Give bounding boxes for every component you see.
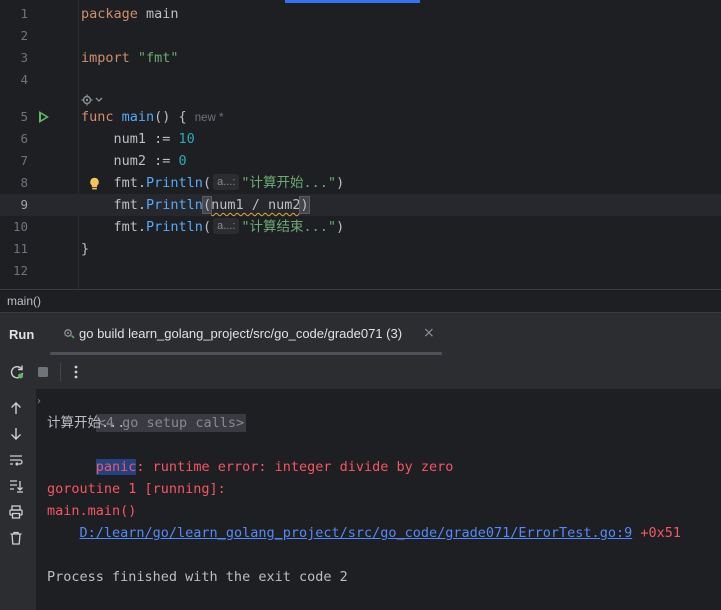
code-line[interactable]: 8 fmt.Println(a...: "计算开始...") [0, 172, 721, 194]
run-header: Run go build learn_golang_project/src/go… [0, 313, 721, 355]
function-signature: () { [154, 109, 187, 125]
method-name: Println [146, 197, 203, 213]
code-editor[interactable]: 1 package main 2 3 import "fmt" 4 5 func… [0, 0, 721, 289]
number-literal: 10 [178, 131, 195, 147]
line-number: 7 [20, 153, 28, 168]
code-line-current[interactable]: 9 fmt.Println(num1 / num2) [0, 194, 721, 216]
string-literal: "计算开始..." [241, 175, 337, 191]
paren: ) [336, 175, 345, 191]
code-line[interactable]: 6 num1 := 10 [0, 128, 721, 150]
breadcrumb[interactable]: main() [7, 294, 41, 308]
console-line-error: main.main() [47, 503, 137, 519]
console-line: 计算开始... [47, 415, 126, 431]
author-hint[interactable]: new * [195, 112, 224, 124]
panic-message: : runtime error: integer divide by zero [136, 459, 454, 475]
number-literal: 0 [178, 153, 187, 169]
line-number: 5 [20, 109, 28, 124]
console-line: Process finished with the exit code 2 [47, 569, 348, 585]
paren: ) [336, 219, 345, 235]
line-number: 3 [20, 50, 28, 65]
arrow-up-icon[interactable] [8, 400, 24, 416]
parameter-hint: a...: [213, 174, 240, 190]
console-line-trace: D:/learn/go/learn_golang_project/src/go_… [47, 522, 681, 544]
code-line[interactable]: 3 import "fmt" [0, 47, 721, 69]
go-build-icon [63, 327, 75, 339]
console-line: <4 go setup calls> [47, 390, 247, 432]
tab-underline [50, 352, 442, 355]
line-number: 2 [20, 28, 28, 43]
run-tab-label: go build learn_golang_project/src/go_cod… [79, 326, 403, 341]
code-line[interactable]: 1 package main [0, 3, 721, 25]
scroll-to-end-icon[interactable] [8, 478, 24, 494]
code-line[interactable]: 12 [0, 260, 721, 282]
code-line[interactable]: 11 } [0, 238, 721, 260]
assign-num1: num1 := [113, 131, 179, 147]
closing-brace: } [81, 241, 90, 257]
console-output[interactable]: › <4 go setup calls> 计算开始... panic: runt… [36, 389, 721, 610]
line-number: 9 [20, 197, 28, 212]
soft-wrap-icon[interactable] [8, 452, 24, 468]
run-title: Run [9, 327, 35, 342]
stack-trace-link[interactable]: D:/learn/go/learn_golang_project/src/go_… [80, 525, 633, 541]
trace-offset: +0x51 [632, 525, 681, 541]
import-path: "fmt" [137, 50, 179, 66]
assign-num2: num2 := [113, 153, 179, 169]
close-tab-icon[interactable]: × [423, 325, 435, 341]
keyword: package [81, 6, 138, 22]
function-name: main [121, 109, 155, 125]
code-line[interactable]: 5 func main() { new * [0, 106, 721, 128]
paren: ( [202, 219, 212, 235]
package-ref: fmt. [113, 219, 147, 235]
divide-expression: num1 / num2 [211, 197, 301, 213]
package-ref: fmt. [113, 175, 147, 191]
run-gutter-icon[interactable] [39, 111, 49, 123]
stop-icon[interactable] [35, 364, 51, 380]
console-line-error: panic: runtime error: integer divide by … [47, 434, 453, 475]
paren-match: ( [201, 196, 213, 214]
more-options-icon[interactable] [68, 364, 84, 380]
arrow-down-icon[interactable] [8, 426, 24, 442]
keyword: import [81, 50, 130, 66]
paren: ( [202, 175, 212, 191]
trash-icon[interactable] [8, 530, 24, 546]
package-name: main [146, 6, 179, 22]
method-name: Println [146, 219, 203, 235]
code-line[interactable]: 10 fmt.Println(a...: "计算结束...") [0, 216, 721, 238]
string-literal: "计算结束..." [241, 219, 337, 235]
rerun-icon[interactable] [9, 364, 25, 380]
package-ref: fmt. [113, 197, 147, 213]
paren-match: ) [299, 196, 310, 214]
toolbar-separator [60, 363, 61, 381]
method-name: Println [146, 175, 203, 191]
parameter-hint: a...: [213, 218, 240, 234]
breadcrumb-bar: main() [0, 289, 721, 312]
print-icon[interactable] [8, 504, 24, 520]
code-line[interactable]: 2 [0, 25, 721, 47]
line-number: 12 [12, 263, 28, 278]
line-number: 8 [20, 175, 28, 190]
line-number: 10 [12, 219, 28, 234]
panic-keyword: panic [95, 459, 137, 475]
code-vision-row [0, 88, 721, 106]
line-number: 6 [20, 131, 28, 146]
keyword: func [81, 109, 114, 125]
run-tool-window: Run go build learn_golang_project/src/go… [0, 312, 721, 610]
run-configuration-tab[interactable]: go build learn_golang_project/src/go_cod… [63, 326, 402, 341]
run-toolbar [0, 359, 721, 387]
console-side-toolbar [0, 389, 34, 610]
line-number: 11 [12, 241, 28, 256]
console-line-error: goroutine 1 [running]: [47, 481, 226, 497]
expand-chevron-icon[interactable]: › [37, 396, 41, 407]
code-line[interactable]: 7 num2 := 0 [0, 150, 721, 172]
line-number: 1 [20, 6, 28, 21]
